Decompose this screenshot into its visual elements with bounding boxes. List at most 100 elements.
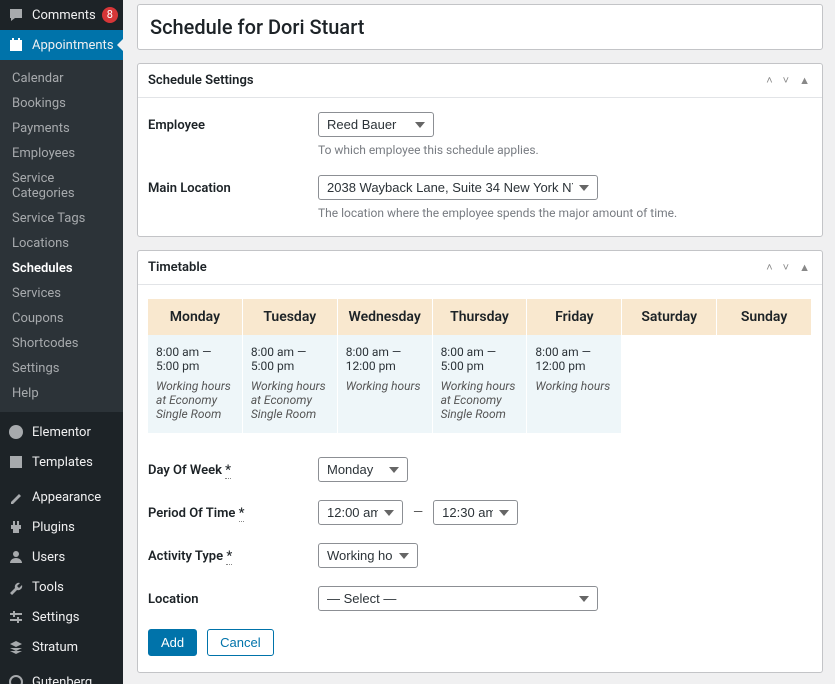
sidebar-label: Comments <box>32 8 96 23</box>
submenu-employees[interactable]: Employees <box>0 141 123 166</box>
comments-icon <box>8 7 24 23</box>
activity-type-select[interactable]: Working hours <box>318 543 418 568</box>
submenu-schedules[interactable]: Schedules <box>0 256 123 281</box>
period-dash: — <box>413 505 423 520</box>
sidebar-label: Gutenberg <box>32 675 92 684</box>
stratum-icon <box>8 639 24 655</box>
submenu-service-tags[interactable]: Service Tags <box>0 206 123 231</box>
period-to-select[interactable]: 12:30 am <box>433 500 518 525</box>
toggle-icon[interactable]: ▲ <box>797 259 812 276</box>
sidebar-item-templates[interactable]: Templates <box>0 447 123 477</box>
main-location-help: The location where the employee spends t… <box>318 206 812 220</box>
gutenberg-icon <box>8 674 24 684</box>
sidebar-item-appointments[interactable]: Appointments <box>0 30 123 60</box>
period-label: Period Of Time * <box>148 500 318 521</box>
submenu-shortcodes[interactable]: Shortcodes <box>0 331 123 356</box>
sidebar-label: Users <box>32 550 65 565</box>
tt-cell-wed[interactable]: 8:00 am — 12:00 pm Working hours <box>338 335 433 433</box>
sidebar-label: Appointments <box>32 38 114 53</box>
tt-time: 8:00 am — 5:00 pm <box>441 345 519 373</box>
day-header-mon: Monday <box>148 299 243 335</box>
move-down-icon[interactable]: ˅ <box>781 72 791 89</box>
submenu-service-categories[interactable]: Service Categories <box>0 166 123 206</box>
move-up-icon[interactable]: ˄ <box>764 72 774 89</box>
panel-title: Schedule Settings <box>148 73 254 88</box>
location-select[interactable]: — Select — <box>318 586 598 611</box>
period-from-select[interactable]: 12:00 am <box>318 500 403 525</box>
cancel-button[interactable]: Cancel <box>207 629 273 656</box>
timetable-grid: Monday Tuesday Wednesday Thursday Friday… <box>148 299 812 433</box>
sidebar-item-elementor[interactable]: Elementor <box>0 417 123 447</box>
sidebar-submenu: Calendar Bookings Payments Employees Ser… <box>0 60 123 412</box>
employee-label: Employee <box>148 112 318 133</box>
tt-note: Working hours at Economy Single Room <box>156 379 234 421</box>
comments-badge: 8 <box>102 7 118 23</box>
move-up-icon[interactable]: ˄ <box>764 259 774 276</box>
submenu-bookings[interactable]: Bookings <box>0 91 123 116</box>
panel-header: Timetable ˄ ˅ ▲ <box>138 251 822 285</box>
templates-icon <box>8 454 24 470</box>
day-header-thu: Thursday <box>433 299 528 335</box>
appearance-icon <box>8 489 24 505</box>
sidebar-item-gutenberg[interactable]: Gutenberg <box>0 667 123 684</box>
employee-help: To which employee this schedule applies. <box>318 143 812 157</box>
tt-cell-fri[interactable]: 8:00 am — 12:00 pm Working hours <box>527 335 622 433</box>
sidebar-item-plugins[interactable]: Plugins <box>0 512 123 542</box>
settings-icon <box>8 609 24 625</box>
tt-note: Working hours at Economy Single Room <box>441 379 519 421</box>
sidebar-label: Plugins <box>32 520 75 535</box>
add-button[interactable]: Add <box>148 629 197 656</box>
sidebar-label: Elementor <box>32 425 91 440</box>
day-header-sat: Saturday <box>622 299 717 335</box>
panel-title: Timetable <box>148 260 207 275</box>
page-title: Schedule for Dori Stuart <box>150 15 810 39</box>
sidebar-item-appearance[interactable]: Appearance <box>0 482 123 512</box>
sidebar-label: Templates <box>32 455 93 470</box>
schedule-settings-panel: Schedule Settings ˄ ˅ ▲ Employee Reed Ba… <box>137 63 823 237</box>
employee-select[interactable]: Reed Bauer <box>318 112 434 137</box>
sidebar-item-tools[interactable]: Tools <box>0 572 123 602</box>
submenu-services[interactable]: Services <box>0 281 123 306</box>
sidebar-label: Settings <box>32 610 79 625</box>
tt-cell-mon[interactable]: 8:00 am — 5:00 pm Working hours at Econo… <box>148 335 243 433</box>
tt-cell-sat[interactable] <box>622 335 717 433</box>
tt-note: Working hours at Economy Single Room <box>251 379 329 421</box>
sidebar-item-stratum[interactable]: Stratum <box>0 632 123 662</box>
sidebar-item-settings[interactable]: Settings <box>0 602 123 632</box>
sidebar-label: Tools <box>32 580 64 595</box>
submenu-help[interactable]: Help <box>0 381 123 406</box>
submenu-calendar[interactable]: Calendar <box>0 66 123 91</box>
location-label: Location <box>148 586 318 607</box>
submenu-payments[interactable]: Payments <box>0 116 123 141</box>
calendar-icon <box>8 37 24 53</box>
tt-cell-tue[interactable]: 8:00 am — 5:00 pm Working hours at Econo… <box>243 335 338 433</box>
page-title-bar: Schedule for Dori Stuart <box>137 4 823 50</box>
admin-sidebar: Comments 8 Appointments Calendar Booking… <box>0 0 123 684</box>
panel-actions: ˄ ˅ ▲ <box>764 72 812 89</box>
sidebar-item-users[interactable]: Users <box>0 542 123 572</box>
activity-label: Activity Type * <box>148 543 318 564</box>
plugins-icon <box>8 519 24 535</box>
panel-actions: ˄ ˅ ▲ <box>764 259 812 276</box>
submenu-locations[interactable]: Locations <box>0 231 123 256</box>
day-of-week-select[interactable]: Monday <box>318 457 408 482</box>
main-location-select[interactable]: 2038 Wayback Lane, Suite 34 New York NY … <box>318 175 598 200</box>
toggle-icon[interactable]: ▲ <box>797 72 812 89</box>
move-down-icon[interactable]: ˅ <box>781 259 791 276</box>
sidebar-label: Stratum <box>32 640 78 655</box>
tt-time: 8:00 am — 5:00 pm <box>156 345 234 373</box>
main-location-label: Main Location <box>148 175 318 196</box>
tt-cell-sun[interactable] <box>717 335 812 433</box>
tt-time: 8:00 am — 12:00 pm <box>535 345 613 373</box>
day-header-wed: Wednesday <box>338 299 433 335</box>
day-header-sun: Sunday <box>717 299 812 335</box>
tt-time: 8:00 am — 5:00 pm <box>251 345 329 373</box>
tt-note: Working hours <box>346 379 424 393</box>
submenu-coupons[interactable]: Coupons <box>0 306 123 331</box>
day-of-week-label: Day Of Week * <box>148 457 318 478</box>
tt-cell-thu[interactable]: 8:00 am — 5:00 pm Working hours at Econo… <box>433 335 528 433</box>
tt-time: 8:00 am — 12:00 pm <box>346 345 424 373</box>
sidebar-item-comments[interactable]: Comments 8 <box>0 0 123 30</box>
day-header-fri: Friday <box>527 299 622 335</box>
submenu-settings[interactable]: Settings <box>0 356 123 381</box>
